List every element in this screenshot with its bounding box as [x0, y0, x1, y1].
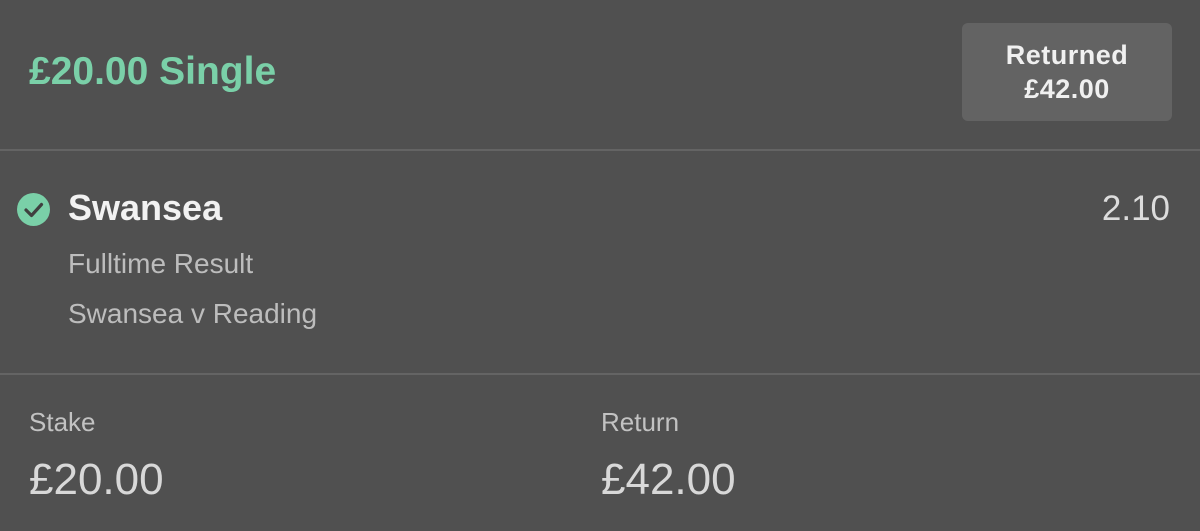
returned-amount: £42.00: [1024, 74, 1110, 104]
stake-label: Stake: [29, 407, 96, 437]
return-value: £42.00: [601, 455, 736, 504]
check-circle-icon: [17, 193, 50, 226]
selection-name: Swansea: [68, 187, 223, 228]
market-name: Fulltime Result: [68, 248, 254, 279]
returned-label: Returned: [1005, 40, 1129, 70]
return-label: Return: [601, 407, 680, 437]
selection-odds: 2.10: [1101, 189, 1170, 228]
bet-title: £20.00 Single: [29, 50, 277, 93]
selection-row: Swansea 2.10 Fulltime Result Swansea v R…: [0, 151, 1200, 373]
stake-value: £20.00: [29, 455, 164, 504]
bet-header: £20.00 Single Returned £42.00: [0, 0, 1200, 150]
bet-summary: Stake £20.00 Return £42.00: [0, 375, 1200, 531]
event-name: Swansea v Reading: [68, 298, 318, 329]
returned-badge: Returned £42.00: [962, 23, 1172, 121]
bet-card: £20.00 Single Returned £42.00 Swansea 2.…: [0, 0, 1200, 531]
